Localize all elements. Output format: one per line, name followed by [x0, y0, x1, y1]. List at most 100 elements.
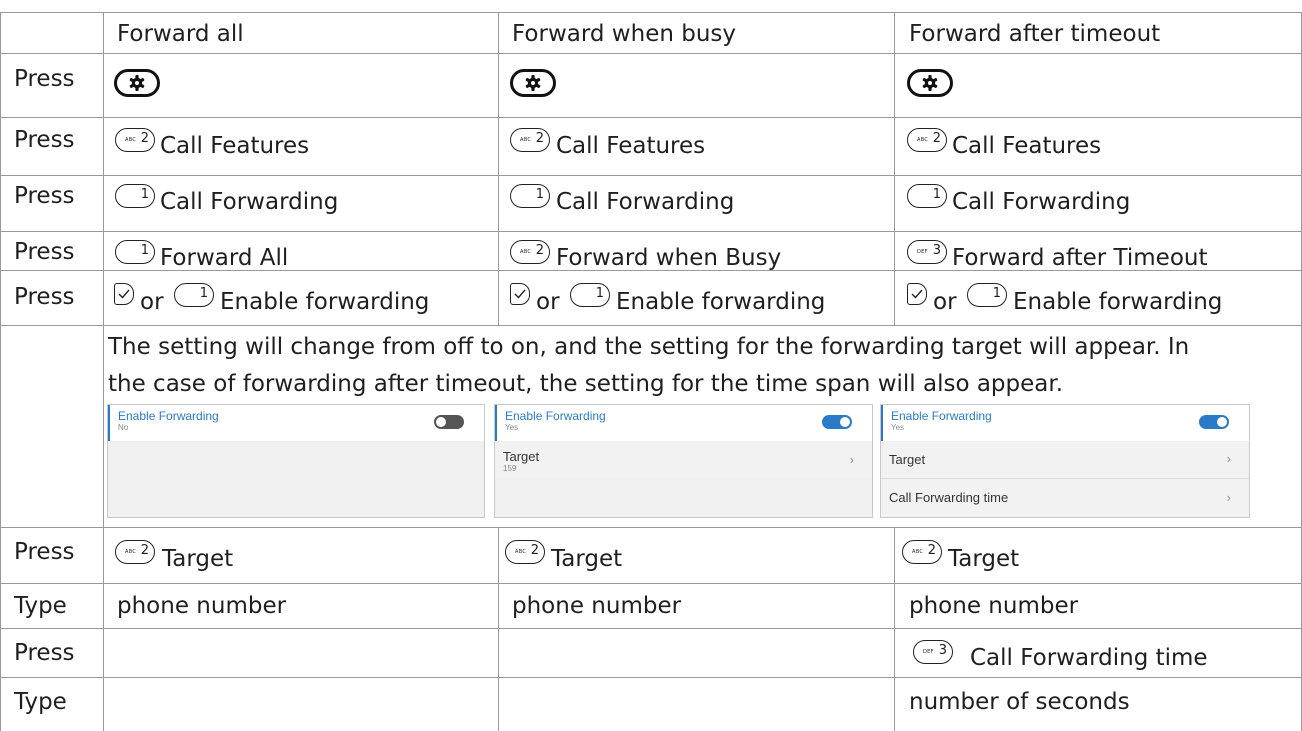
col-divider [894, 12, 895, 326]
keypad-1-icon: 1 [115, 184, 155, 208]
row-divider [0, 175, 1302, 176]
step-label: Press [14, 539, 75, 565]
screen-preview-forward-timeout: Enable Forwarding Yes Target › Call Forw… [880, 404, 1250, 518]
col-divider [894, 527, 895, 731]
screen-preview-forward-busy: Enable Forwarding Yes Target 159 › [494, 404, 873, 518]
step-label: Press [14, 239, 75, 265]
target-row: Target 159 › [495, 443, 872, 479]
row-divider [0, 583, 1302, 584]
setting-title: Target [503, 449, 540, 464]
toggle-switch-off [434, 415, 464, 429]
or-text: or [536, 289, 560, 315]
step-text: Enable forwarding [220, 289, 430, 315]
keypad-2-icon: ABC 2 [907, 128, 947, 152]
step-text: Enable forwarding [1013, 289, 1223, 315]
step-label: Type [14, 593, 67, 619]
keypad-1-icon: 1 [570, 283, 610, 307]
row-divider [0, 325, 1302, 326]
enable-forwarding-row: Enable Forwarding Yes [881, 405, 1249, 441]
step-label: Press [14, 66, 75, 92]
forwarding-steps-table [0, 0, 1302, 731]
step-text: Target [948, 546, 1020, 572]
col-divider [498, 527, 499, 731]
step-text: Target [551, 546, 623, 572]
setting-value: No [118, 423, 129, 432]
header-forward-after-timeout: Forward after timeout [909, 21, 1161, 47]
keypad-1-icon: 1 [174, 283, 214, 307]
step-text: Call Features [160, 133, 310, 159]
step-text: Target [162, 546, 234, 572]
chevron-right-icon: › [1226, 451, 1231, 466]
row-divider [0, 231, 1302, 232]
keypad-2-icon: ABC 2 [510, 240, 550, 264]
toggle-switch-on [1199, 415, 1229, 429]
gear-icon [907, 69, 953, 97]
setting-title: Target [889, 452, 926, 467]
keypad-1-icon: 1 [907, 184, 947, 208]
setting-title: Enable Forwarding [505, 409, 606, 423]
toggle-switch-on [822, 415, 852, 429]
setting-title: Enable Forwarding [891, 409, 992, 423]
check-softkey-icon [510, 283, 530, 305]
step-text: phone number [909, 593, 1079, 619]
step-text: phone number [512, 593, 682, 619]
keypad-3-icon: DEF 3 [913, 640, 953, 664]
step-text: Call Forwarding [952, 189, 1131, 215]
keypad-1-icon: 1 [115, 240, 155, 264]
keypad-1-icon: 1 [510, 184, 550, 208]
row-divider [0, 628, 1302, 629]
row-divider [0, 53, 1302, 54]
step-text: Enable forwarding [616, 289, 826, 315]
check-softkey-icon [907, 283, 927, 305]
keypad-2-icon: ABC 2 [510, 128, 550, 152]
enable-forwarding-row: Enable Forwarding No [108, 405, 484, 441]
header-forward-all: Forward all [117, 21, 244, 47]
keypad-2-icon: ABC 2 [115, 540, 155, 564]
col-divider [498, 12, 499, 326]
step-text: Call Forwarding time [970, 645, 1208, 671]
step-text: Forward after Timeout [952, 245, 1208, 271]
screen-preview-forward-all: Enable Forwarding No [107, 404, 485, 518]
or-text: or [933, 289, 957, 315]
step-label: Press [14, 284, 75, 310]
row-divider [0, 527, 1302, 528]
step-text: phone number [117, 593, 287, 619]
keypad-2-icon: ABC 2 [902, 540, 942, 564]
chevron-right-icon: › [1226, 490, 1231, 505]
keypad-2-icon: ABC 2 [115, 128, 155, 152]
col-divider [103, 12, 104, 731]
header-forward-when-busy: Forward when busy [512, 21, 737, 47]
table-border [0, 12, 1302, 13]
keypad-3-icon: DEF 3 [907, 240, 947, 264]
chevron-right-icon: › [849, 452, 854, 467]
row-divider [0, 677, 1302, 678]
step-label: Press [14, 640, 75, 666]
setting-title: Enable Forwarding [118, 409, 219, 423]
setting-title: Call Forwarding time [889, 490, 1009, 505]
setting-value: Yes [505, 423, 519, 432]
target-row: Target › [881, 442, 1249, 479]
step-label: Press [14, 183, 75, 209]
or-text: or [140, 289, 164, 315]
setting-value: 159 [503, 464, 517, 473]
step-text: Call Forwarding [556, 189, 735, 215]
step-label: Type [14, 689, 67, 715]
gear-icon [114, 69, 160, 97]
step-text: Forward when Busy [556, 245, 782, 271]
explanation-line-1: The setting will change from off to on, … [108, 334, 1190, 360]
setting-value: Yes [891, 423, 905, 432]
step-label: Press [14, 127, 75, 153]
gear-icon [510, 69, 556, 97]
step-text: number of seconds [909, 689, 1130, 715]
step-text: Call Forwarding [160, 189, 339, 215]
table-border [0, 12, 1, 731]
step-text: Call Features [556, 133, 706, 159]
row-divider [0, 117, 1302, 118]
check-softkey-icon [114, 283, 134, 305]
keypad-1-icon: 1 [967, 283, 1007, 307]
step-text: Call Features [952, 133, 1102, 159]
step-text: Forward All [160, 245, 289, 271]
enable-forwarding-row: Enable Forwarding Yes [495, 405, 872, 441]
keypad-2-icon: ABC 2 [505, 540, 545, 564]
explanation-line-2: the case of forwarding after timeout, th… [108, 371, 1064, 397]
